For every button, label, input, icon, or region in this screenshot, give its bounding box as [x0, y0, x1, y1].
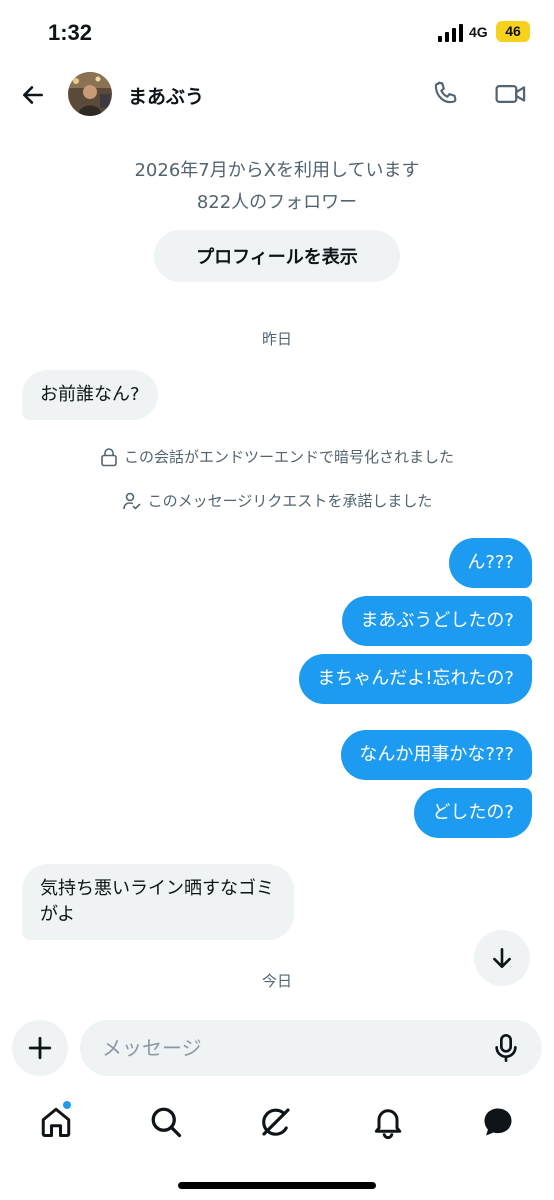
incoming-message[interactable]: お前誰なん?: [22, 370, 158, 420]
status-time: 1:32: [48, 20, 93, 45]
date-separator-yesterday: 昨日: [261, 330, 292, 348]
nav-notifications[interactable]: [370, 1104, 406, 1140]
voice-message-button[interactable]: [490, 1032, 522, 1064]
outgoing-message[interactable]: なんか用事かな???: [341, 730, 532, 780]
bottom-navigation: [0, 1092, 554, 1156]
conversation-header: まあぶう: [0, 66, 554, 126]
battery-indicator: 46: [496, 21, 530, 42]
nav-messages[interactable]: [480, 1104, 516, 1140]
request-accepted-notice: このメッセージリクエストを承諾しました: [0, 490, 554, 511]
date-separator-today: 今日: [261, 972, 292, 990]
phone-icon: [434, 81, 457, 104]
avatar[interactable]: [68, 72, 112, 116]
video-camera-icon: [495, 85, 526, 103]
home-indicator: [178, 1182, 376, 1189]
encryption-notice: この会話がエンドツーエンドで暗号化されました: [0, 446, 554, 467]
back-button[interactable]: [16, 78, 50, 112]
nav-home[interactable]: [38, 1100, 74, 1140]
nav-search[interactable]: [148, 1104, 184, 1140]
microphone-icon: [495, 1034, 517, 1062]
conversation-name[interactable]: まあぶう: [128, 82, 204, 109]
person-check-icon: [122, 492, 140, 509]
grok-icon: [262, 1108, 290, 1136]
notification-dot: [62, 1100, 72, 1110]
plus-icon: [28, 1036, 52, 1060]
view-profile-button[interactable]: プロフィールを表示: [154, 230, 400, 282]
message-input[interactable]: [102, 1020, 482, 1076]
call-button[interactable]: [430, 78, 462, 110]
arrow-down-icon: [493, 948, 511, 968]
status-bar: 1:32 4G 46: [0, 0, 554, 66]
network-type: 4G: [469, 24, 488, 40]
outgoing-message[interactable]: ん???: [449, 538, 532, 588]
add-attachment-button[interactable]: [12, 1020, 68, 1076]
lock-icon: [101, 447, 117, 466]
outgoing-message[interactable]: まあぶうどしたの?: [342, 596, 532, 646]
follower-count-text: 822人のフォロワー: [196, 192, 358, 213]
search-icon: [151, 1107, 182, 1138]
incoming-message[interactable]: 気持ち悪いライン晒すなゴミがよ: [22, 864, 294, 940]
outgoing-message[interactable]: まちゃんだよ!忘れたの?: [299, 654, 532, 704]
video-call-button[interactable]: [494, 78, 528, 110]
messages-icon: [484, 1108, 512, 1136]
signal-icon: [438, 24, 464, 42]
bell-icon: [374, 1109, 402, 1140]
message-composer: [80, 1020, 542, 1076]
nav-grok[interactable]: [258, 1104, 294, 1140]
outgoing-message[interactable]: どしたの?: [414, 788, 532, 838]
arrow-left-icon: [23, 86, 43, 104]
encryption-notice-text: この会話がエンドツーエンドで暗号化されました: [123, 448, 454, 466]
request-accepted-text: このメッセージリクエストを承諾しました: [147, 492, 433, 510]
joined-date-text: 2026年7月からXを利用しています: [134, 160, 420, 181]
